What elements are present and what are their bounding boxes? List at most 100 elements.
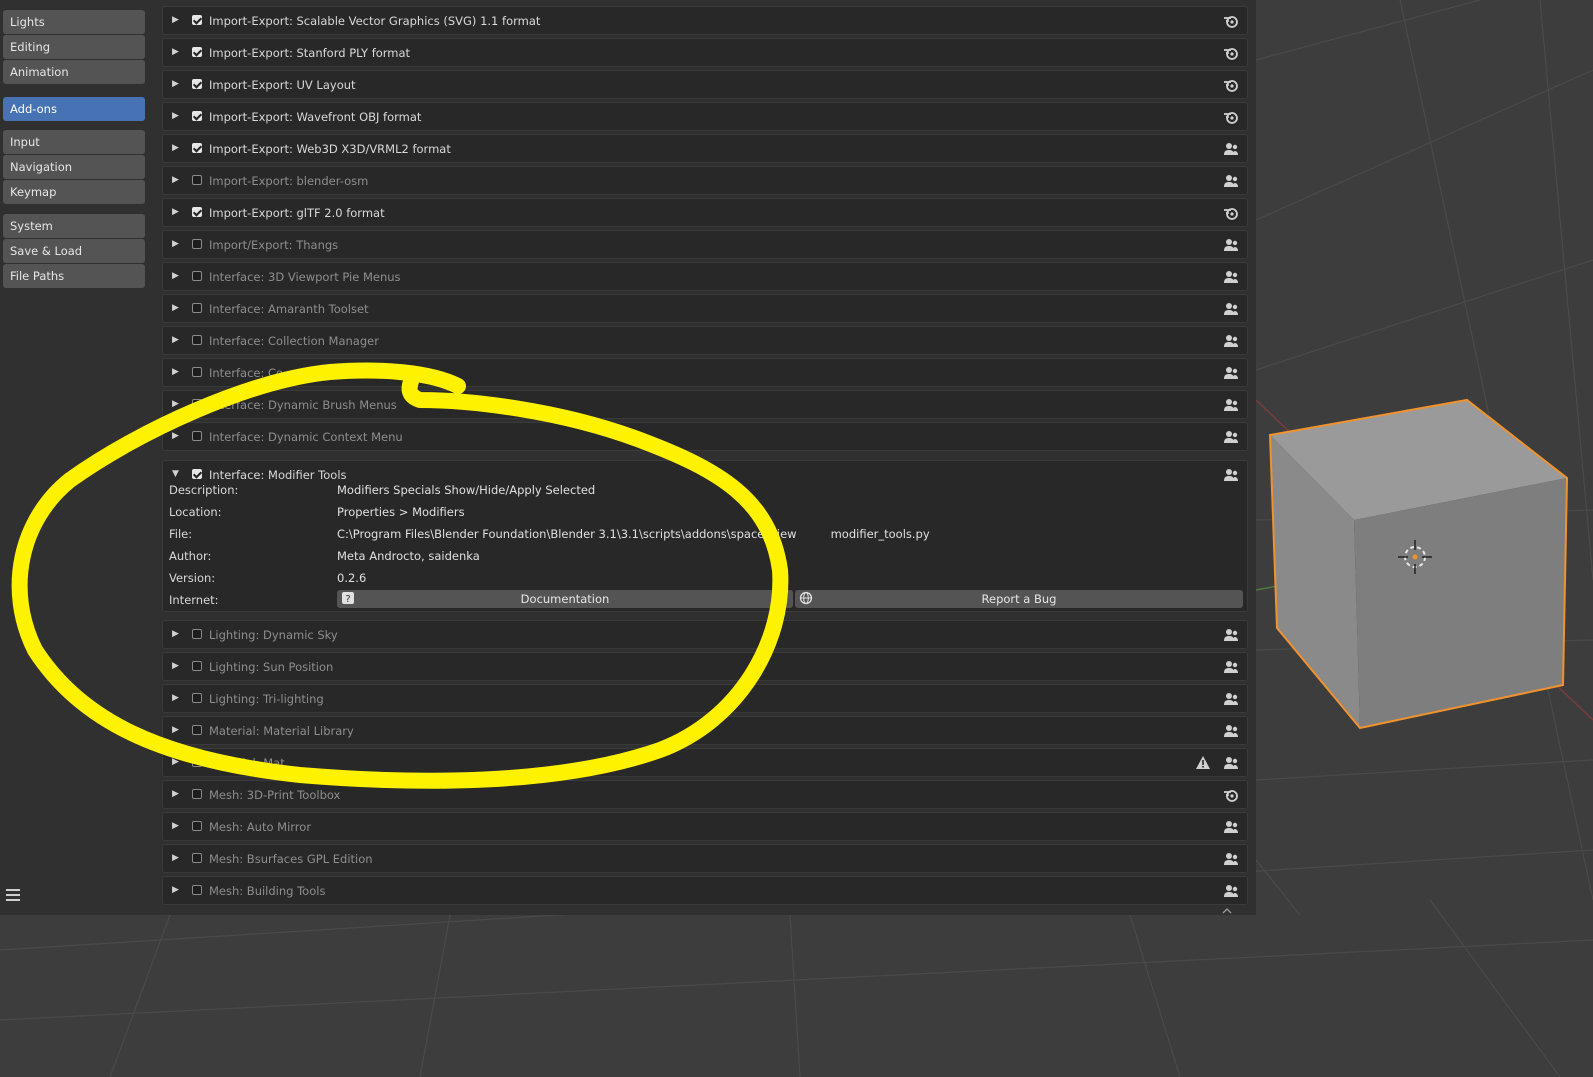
expand-triangle-icon[interactable]: ▶ [172,271,179,281]
addon-enable-checkbox[interactable] [192,271,202,281]
addon-name: Import-Export: Wavefront OBJ format [209,110,422,124]
addon-row[interactable]: ▶ Mesh: Building Tools [162,876,1248,905]
addon-row[interactable]: ▶ Import-Export: Wavefront OBJ format [162,102,1248,131]
addon-row[interactable]: ▶ Mesh: 3D-Print Toolbox [162,780,1248,809]
addon-row[interactable]: ▶ Interface: Dynamic Context Menu [162,422,1248,451]
addon-row[interactable]: ▶ Lighting: Tri-lighting [162,684,1248,713]
expand-triangle-icon[interactable]: ▶ [172,725,179,735]
addon-enable-checkbox[interactable] [192,629,202,639]
addon-enable-checkbox[interactable] [192,885,202,895]
addon-enable-checkbox[interactable] [192,79,202,89]
addon-row[interactable]: ▶ Import-Export: blender-osm [162,166,1248,195]
sidebar-item-navigation[interactable]: Navigation [3,155,145,179]
collapse-triangle-icon[interactable]: ▼ [172,469,179,479]
expand-triangle-icon[interactable]: ▶ [172,885,179,895]
addon-row[interactable]: ▶ Import-Export: Stanford PLY format [162,38,1248,67]
expand-triangle-icon[interactable]: ▶ [172,757,179,767]
addon-enable-checkbox[interactable] [192,335,202,345]
addon-row[interactable]: ▶ Mesh: Auto Mirror [162,812,1248,841]
addon-enable-checkbox[interactable] [192,725,202,735]
addon-row[interactable]: ▶ Import-Export: UV Layout [162,70,1248,99]
addon-enable-checkbox[interactable] [192,175,202,185]
addon-row[interactable]: ▶ Import-Export: glTF 2.0 format [162,198,1248,227]
addon-name: Interface: Dynamic Brush Menus [209,398,397,412]
description-value: Modifiers Specials Show/Hide/Apply Selec… [337,483,596,497]
addon-enable-checkbox[interactable] [192,47,202,57]
expand-triangle-icon[interactable]: ▶ [172,47,179,57]
file-label: File: [169,527,193,541]
expand-triangle-icon[interactable]: ▶ [172,693,179,703]
author-label: Author: [169,549,212,563]
addon-name: Import/Export: Thangs [209,238,339,252]
addon-row[interactable]: ▶ Interface: Collection Manager [162,326,1248,355]
addon-enable-checkbox[interactable] [192,111,202,121]
hamburger-menu-icon[interactable] [6,889,20,903]
sidebar-item-system[interactable]: System [3,214,145,238]
addon-row[interactable]: ▶ Interface: Co [162,358,1248,387]
addon-enable-checkbox[interactable] [192,303,202,313]
expand-triangle-icon[interactable]: ▶ [172,143,179,153]
community-icon [1224,143,1238,155]
sidebar-item-add-ons[interactable]: Add-ons [3,97,145,121]
addon-enable-checkbox[interactable] [192,367,202,377]
addon-enable-checkbox[interactable] [192,207,202,217]
addon-enable-checkbox[interactable] [192,757,202,767]
community-icon [1224,661,1238,673]
scroll-up-chevron-icon[interactable] [1222,908,1232,914]
addon-row[interactable]: ▶ Import-Export: Web3D X3D/VRML2 format [162,134,1248,163]
community-icon [1224,335,1238,347]
sidebar-item-lights[interactable]: Lights [3,10,145,34]
addon-row[interactable]: ▶ Material: Material Library [162,716,1248,745]
addon-enable-checkbox[interactable] [192,469,202,479]
addon-row[interactable]: ▶ Lighting: Dynamic Sky [162,620,1248,649]
community-icon [1224,303,1238,315]
addon-enable-checkbox[interactable] [192,431,202,441]
expand-triangle-icon[interactable]: ▶ [172,629,179,639]
expand-triangle-icon[interactable]: ▶ [172,239,179,249]
expand-triangle-icon[interactable]: ▶ [172,399,179,409]
sidebar-item-input[interactable]: Input [3,130,145,154]
addon-enable-checkbox[interactable] [192,821,202,831]
expand-triangle-icon[interactable]: ▶ [172,821,179,831]
expand-triangle-icon[interactable]: ▶ [172,303,179,313]
addon-row[interactable]: ▶ Interface: Amaranth Toolset [162,294,1248,323]
addon-enable-checkbox[interactable] [192,399,202,409]
community-icon [1224,469,1238,481]
expand-triangle-icon[interactable]: ▶ [172,15,179,25]
nav-group-1: Lights Editing Animation [3,10,145,85]
addon-enable-checkbox[interactable] [192,143,202,153]
expand-triangle-icon[interactable]: ▶ [172,367,179,377]
expand-triangle-icon[interactable]: ▶ [172,111,179,121]
expand-triangle-icon[interactable]: ▶ [172,335,179,345]
sidebar-item-save-load[interactable]: Save & Load [3,239,145,263]
addon-row[interactable]: ▶ Mesh: Bsurfaces GPL Edition [162,844,1248,873]
addon-row[interactable]: ▶ Import/Export: Thangs [162,230,1248,259]
documentation-label: Documentation [520,592,610,606]
expand-triangle-icon[interactable]: ▶ [172,175,179,185]
addon-row[interactable]: ▶ Lighting: Sun Position [162,652,1248,681]
expand-triangle-icon[interactable]: ▶ [172,79,179,89]
sidebar-item-keymap[interactable]: Keymap [3,180,145,204]
documentation-button[interactable]: ? Documentation [337,590,793,608]
sidebar-item-file-paths[interactable]: File Paths [3,264,145,288]
expand-triangle-icon[interactable]: ▶ [172,207,179,217]
addon-row[interactable]: ▶ Import-Export: Scalable Vector Graphics… [162,6,1248,35]
addon-enable-checkbox[interactable] [192,15,202,25]
sidebar-item-editing[interactable]: Editing [3,35,145,59]
community-icon [1224,757,1238,769]
expand-triangle-icon[interactable]: ▶ [172,853,179,863]
expand-triangle-icon[interactable]: ▶ [172,661,179,671]
location-label: Location: [169,505,222,519]
report-bug-button[interactable]: Report a Bug [795,590,1243,608]
sidebar-item-animation[interactable]: Animation [3,60,145,84]
addon-row[interactable]: ▶ Interface: Dynamic Brush Menus [162,390,1248,419]
addon-enable-checkbox[interactable] [192,239,202,249]
addon-enable-checkbox[interactable] [192,661,202,671]
addon-enable-checkbox[interactable] [192,853,202,863]
addon-enable-checkbox[interactable] [192,789,202,799]
expand-triangle-icon[interactable]: ▶ [172,789,179,799]
addon-enable-checkbox[interactable] [192,693,202,703]
addon-row[interactable]: ▶ Material: Mat [162,748,1248,777]
addon-row[interactable]: ▶ Interface: 3D Viewport Pie Menus [162,262,1248,291]
expand-triangle-icon[interactable]: ▶ [172,431,179,441]
